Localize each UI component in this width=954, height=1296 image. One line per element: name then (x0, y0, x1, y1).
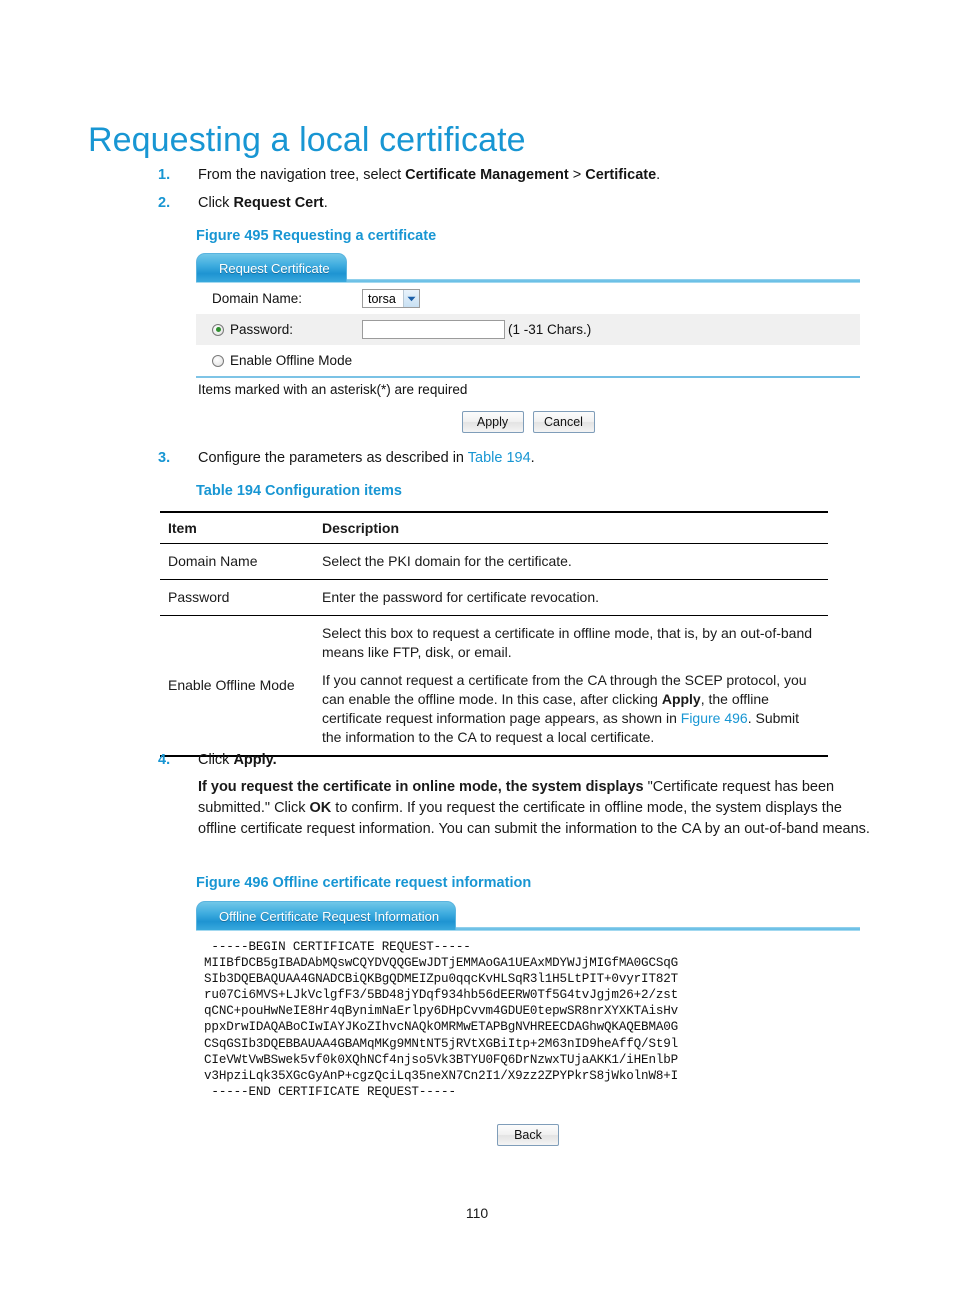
table-header-item: Item (160, 511, 314, 544)
page-number: 110 (465, 1205, 489, 1221)
password-label: Password: (230, 322, 294, 337)
step-1-bold-certificate: Certificate (585, 167, 657, 183)
table-cell-description: Select the PKI domain for the certificat… (314, 543, 828, 580)
password-input[interactable] (362, 320, 505, 339)
step-4-bold-ok: OK (309, 800, 332, 816)
table-cell-item: Enable Offline Mode (160, 615, 314, 757)
figure-496-caption: Figure 496 Offline certificate request i… (196, 875, 532, 891)
table-row: Enable Offline Mode Select this box to r… (160, 615, 828, 757)
figure-496-link[interactable]: Figure 496 (681, 710, 748, 726)
table-header-row: Item Description (160, 511, 828, 544)
apply-button[interactable]: Apply (461, 411, 524, 433)
step-2-text: Click Request Cert. (198, 193, 878, 214)
offline-mode-radio[interactable] (212, 354, 224, 367)
step-3-number: 3. (158, 450, 171, 466)
step-4-number: 4. (158, 752, 171, 768)
step-4-prefix: Click (198, 752, 234, 768)
page-title: Requesting a local certificate (88, 120, 526, 159)
figure-495-caption: Figure 495 Requesting a certificate (196, 228, 437, 244)
figure-496-button-row: Back (196, 1100, 860, 1146)
password-radio[interactable] (212, 323, 224, 336)
step-1: 1. From the navigation tree, select Cert… (158, 165, 878, 188)
step-1-number: 1. (158, 167, 171, 183)
offline-desc-bold-apply: Apply (661, 691, 701, 707)
step-1-suffix: . (656, 167, 661, 183)
domain-name-row: Domain Name: torsa (196, 283, 860, 314)
offline-desc-para-1: Select this box to request a certificate… (322, 625, 813, 660)
password-hint: (1 -31 Chars.) (508, 322, 592, 337)
chevron-down-icon (402, 290, 419, 307)
step-1-bold-certificate-management: Certificate Management (405, 167, 569, 183)
table-cell-item: Password (160, 579, 314, 616)
password-label-group: Password: (212, 322, 362, 337)
offline-mode-group: Enable Offline Mode (212, 353, 352, 368)
step-3: 3. Configure the parameters as described… (158, 448, 878, 471)
offline-certificate-request-screenshot: Offline Certificate Request Information … (196, 901, 860, 1146)
table-194-caption: Table 194 Configuration items (196, 483, 402, 499)
asterisk-note: Items marked with an asterisk(*) are req… (198, 382, 468, 397)
table-cell-description: Select this box to request a certificate… (314, 615, 828, 757)
offline-desc-para-2: If you cannot request a certificate from… (322, 671, 822, 747)
certificate-request-text: -----BEGIN CERTIFICATE REQUEST----- MIIB… (204, 940, 679, 1099)
configuration-items-table: Item Description Domain Name Select the … (160, 511, 828, 757)
tab-offline-certificate-request-information[interactable]: Offline Certificate Request Information (196, 901, 457, 930)
step-4-paragraph: If you request the certificate in online… (158, 777, 882, 840)
domain-name-selected-value: torsa (368, 291, 396, 306)
step-1-separator: > (568, 167, 586, 183)
step-2-number: 2. (158, 195, 171, 211)
step-4-bold-lead: If you request the certificate in online… (198, 779, 644, 795)
offline-mode-row: Enable Offline Mode (196, 345, 860, 376)
step-4-text: Click Apply. (198, 750, 882, 771)
step-4-bold-apply: Apply. (233, 752, 277, 768)
step-2-prefix: Click (198, 195, 234, 211)
step-3-prefix: Configure the parameters as described in (198, 450, 468, 466)
step-3-suffix: . (530, 450, 535, 466)
table-cell-description: Enter the password for certificate revoc… (314, 579, 828, 616)
back-button[interactable]: Back (497, 1123, 559, 1146)
domain-name-label: Domain Name: (212, 291, 303, 306)
step-2-bold-request-cert: Request Cert (233, 195, 324, 211)
offline-mode-label: Enable Offline Mode (230, 353, 353, 368)
step-1-text: From the navigation tree, select Certifi… (198, 165, 878, 186)
tab-strip: Request Certificate (196, 253, 860, 283)
domain-name-select[interactable]: torsa (362, 289, 420, 308)
step-2: 2. Click Request Cert. (158, 193, 878, 216)
tab-request-certificate[interactable]: Request Certificate (196, 253, 347, 282)
step-4: 4. Click Apply. If you request the certi… (158, 750, 882, 840)
step-1-prefix: From the navigation tree, select (198, 167, 406, 183)
table-cell-item: Domain Name (160, 543, 314, 580)
table-row: Domain Name Select the PKI domain for th… (160, 543, 828, 580)
table-194-link[interactable]: Table 194 (468, 450, 531, 466)
step-3-text: Configure the parameters as described in… (198, 448, 878, 469)
table-header-description: Description (314, 511, 828, 544)
document-page: Requesting a local certificate 1. From t… (0, 0, 954, 1296)
step-2-suffix: . (323, 195, 328, 211)
password-row: Password: (1 -31 Chars.) (196, 314, 860, 345)
request-certificate-screenshot: Request Certificate Domain Name: torsa P… (196, 253, 860, 433)
table-row: Password Enter the password for certific… (160, 579, 828, 616)
cancel-button[interactable]: Cancel (532, 411, 595, 433)
form-button-row: Apply Cancel (196, 397, 860, 433)
tab-strip: Offline Certificate Request Information (196, 901, 860, 931)
